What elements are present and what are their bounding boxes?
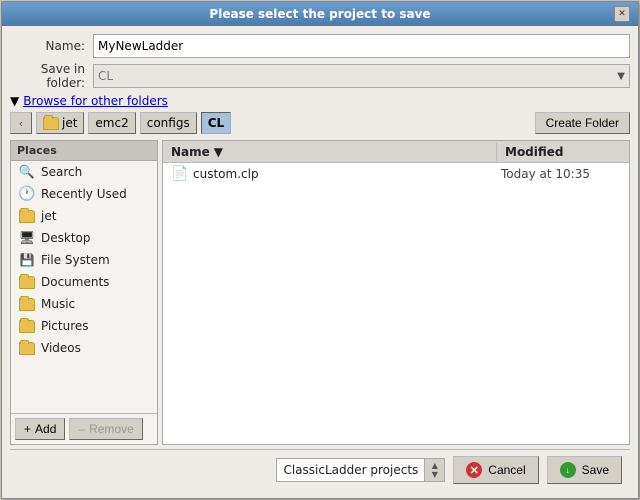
place-label-music: Music bbox=[41, 297, 75, 311]
place-item-documents[interactable]: Documents bbox=[11, 271, 157, 293]
bottom-right: ClassicLadder projects ▲ ▼ ✕ Cancel ↓ Sa… bbox=[276, 456, 622, 484]
close-button[interactable]: ✕ bbox=[614, 6, 630, 22]
name-label: Name: bbox=[10, 39, 85, 53]
browse-row[interactable]: ▼ Browse for other folders bbox=[10, 94, 630, 108]
folder-icon bbox=[19, 341, 35, 355]
cancel-label: Cancel bbox=[488, 463, 525, 477]
place-label-pictures: Pictures bbox=[41, 319, 89, 333]
save-in-row: Save in folder: CL ▼ bbox=[10, 62, 630, 90]
file-name: custom.clp bbox=[193, 167, 495, 181]
place-label-documents: Documents bbox=[41, 275, 109, 289]
place-item-music[interactable]: Music bbox=[11, 293, 157, 315]
folder-icon bbox=[19, 319, 35, 333]
sort-icon: ▼ bbox=[214, 145, 223, 159]
breadcrumb-cl-label: CL bbox=[208, 116, 224, 130]
save-label: Save bbox=[582, 463, 609, 477]
arrow-down: ▼ bbox=[432, 470, 438, 479]
breadcrumb-jet[interactable]: jet bbox=[36, 112, 84, 134]
place-item-filesystem[interactable]: 💾 File System bbox=[11, 249, 157, 271]
window-content: Name: Save in folder: CL ▼ ▼ Browse for … bbox=[2, 26, 638, 498]
recently-used-icon: 🕐 bbox=[19, 187, 35, 201]
titlebar: Please select the project to save ✕ bbox=[2, 2, 638, 26]
places-header: Places bbox=[11, 141, 157, 161]
window-title: Please select the project to save bbox=[26, 7, 614, 21]
cancel-button[interactable]: ✕ Cancel bbox=[453, 456, 538, 484]
name-input[interactable] bbox=[93, 34, 630, 58]
breadcrumb-configs[interactable]: configs bbox=[140, 112, 197, 134]
place-label-jet: jet bbox=[41, 209, 56, 223]
breadcrumb-emc2[interactable]: emc2 bbox=[88, 112, 135, 134]
back-button[interactable]: ‹ bbox=[10, 112, 32, 134]
drive-icon: 💾 bbox=[19, 253, 35, 267]
place-label-recently-used: Recently Used bbox=[41, 187, 127, 201]
col-name[interactable]: Name ▼ bbox=[163, 143, 497, 161]
file-type-arrow[interactable]: ▲ ▼ bbox=[424, 459, 444, 481]
search-icon: 🔍 bbox=[19, 165, 35, 179]
col-modified[interactable]: Modified bbox=[497, 143, 617, 161]
places-panel: Places 🔍 Search 🕐 Recently Used bbox=[10, 140, 158, 445]
place-item-videos[interactable]: Videos bbox=[11, 337, 157, 359]
place-item-search[interactable]: 🔍 Search bbox=[11, 161, 157, 183]
name-row: Name: bbox=[10, 34, 630, 58]
cancel-icon: ✕ bbox=[466, 462, 482, 478]
col-name-label: Name bbox=[171, 145, 210, 159]
place-item-recently-used[interactable]: 🕐 Recently Used bbox=[11, 183, 157, 205]
file-type-label: ClassicLadder projects bbox=[277, 463, 424, 477]
file-modified: Today at 10:35 bbox=[501, 167, 621, 181]
create-folder-button[interactable]: Create Folder bbox=[535, 112, 630, 134]
file-type-combo[interactable]: ClassicLadder projects ▲ ▼ bbox=[276, 458, 445, 482]
place-label-desktop: Desktop bbox=[41, 231, 91, 245]
save-button[interactable]: ↓ Save bbox=[547, 456, 622, 484]
place-item-desktop[interactable]: 🖥 Desktop bbox=[11, 227, 157, 249]
folder-icon bbox=[19, 209, 35, 223]
save-icon: ↓ bbox=[560, 462, 576, 478]
add-place-button[interactable]: + Add bbox=[15, 418, 65, 440]
files-header: Name ▼ Modified bbox=[163, 141, 629, 163]
add-icon: + bbox=[24, 422, 31, 436]
bottom-bar: ClassicLadder projects ▲ ▼ ✕ Cancel ↓ Sa… bbox=[10, 449, 630, 490]
folder-icon bbox=[19, 297, 35, 311]
breadcrumb-configs-label: configs bbox=[147, 116, 190, 130]
desktop-icon: 🖥 bbox=[19, 231, 35, 245]
nav-toolbar: ‹ jet emc2 configs CL Create Folder bbox=[10, 112, 630, 134]
remove-label: Remove bbox=[89, 422, 134, 436]
place-label-videos: Videos bbox=[41, 341, 81, 355]
save-in-combo[interactable]: CL ▼ bbox=[93, 64, 630, 88]
file-row[interactable]: 📄 custom.clp Today at 10:35 bbox=[163, 163, 629, 185]
breadcrumb-cl[interactable]: CL bbox=[201, 112, 231, 134]
file-icon: 📄 bbox=[171, 166, 187, 182]
browse-toggle: ▼ bbox=[10, 94, 19, 108]
place-item-pictures[interactable]: Pictures bbox=[11, 315, 157, 337]
place-item-jet[interactable]: jet bbox=[11, 205, 157, 227]
browse-label[interactable]: Browse for other folders bbox=[23, 94, 168, 108]
places-list: 🔍 Search 🕐 Recently Used jet 🖥 bbox=[11, 161, 157, 413]
remove-place-button[interactable]: – Remove bbox=[69, 418, 142, 440]
places-bottom: + Add – Remove bbox=[11, 413, 157, 444]
save-in-value: CL bbox=[98, 69, 113, 83]
arrow-up: ▲ bbox=[432, 461, 438, 470]
breadcrumb-emc2-label: emc2 bbox=[95, 116, 128, 130]
main-area: Places 🔍 Search 🕐 Recently Used bbox=[10, 140, 630, 445]
place-label-filesystem: File System bbox=[41, 253, 110, 267]
add-label: Add bbox=[35, 422, 56, 436]
titlebar-controls: ✕ bbox=[614, 6, 630, 22]
files-list: 📄 custom.clp Today at 10:35 bbox=[163, 163, 629, 444]
place-label-search: Search bbox=[41, 165, 82, 179]
remove-icon: – bbox=[78, 422, 85, 436]
col-modified-label: Modified bbox=[505, 145, 564, 159]
save-in-label: Save in folder: bbox=[10, 62, 85, 90]
dialog-window: Please select the project to save ✕ Name… bbox=[1, 1, 639, 499]
files-panel: Name ▼ Modified 📄 custom.clp Today at 10… bbox=[162, 140, 630, 445]
save-in-arrow: ▼ bbox=[617, 71, 625, 82]
folder-icon bbox=[43, 117, 59, 130]
folder-icon bbox=[19, 275, 35, 289]
breadcrumb-jet-label: jet bbox=[62, 116, 77, 130]
